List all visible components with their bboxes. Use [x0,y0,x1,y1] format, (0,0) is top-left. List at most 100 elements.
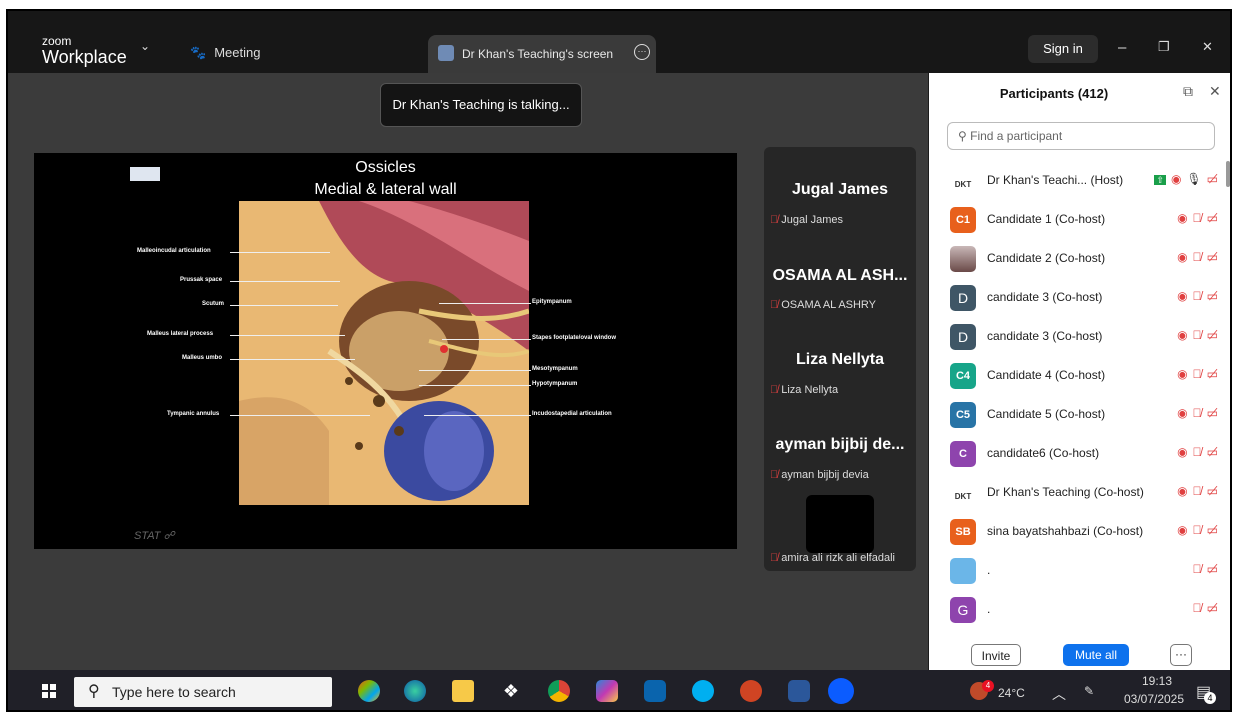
more-options-icon[interactable]: ··· [634,44,650,60]
taskbar-search-placeholder: Type here to search [112,684,236,700]
camera-icon: ◉ [1170,172,1182,186]
video-tile[interactable]: ayman bijbij de... 🎙̸ ayman bijbij devia [764,412,916,492]
participant-name: sina bayatshahbazi (Co-host) [987,524,1144,538]
close-panel-icon[interactable]: ✕ [1209,83,1221,100]
participant-row[interactable]: G . 🎙̸ ▭̸ [929,590,1230,629]
mic-muted-icon: 🎙̸ [770,384,779,396]
copilot-icon[interactable] [358,680,380,702]
participant-name: Candidate 4 (Co-host) [987,368,1106,382]
dropbox-icon[interactable]: ❖ [500,680,522,702]
zoom-app-icon[interactable] [828,678,854,704]
participant-row[interactable]: C5 Candidate 5 (Co-host) ◉ 🎙̸ ▭̸ [929,395,1230,434]
participant-row[interactable]: DKT Dr Khan's Teachi... (Host) ⇧ ◉ 🎙 ▭̸ [929,161,1230,200]
mic-muted-icon: 🎙̸ [1192,406,1202,420]
participant-status-icons: ◉ 🎙̸ ▭̸ [1172,523,1218,537]
video-tile[interactable]: Jugal James 🎙̸ Jugal James [764,147,916,237]
chevron-up-icon[interactable]: ︿ [1052,684,1066,704]
video-off-icon: ▭̸ [1206,523,1218,537]
participant-row[interactable]: DKT Dr Khan's Teaching (Co-host) ◉ 🎙̸ ▭̸ [929,473,1230,512]
label-scutum: Scutum [202,301,225,307]
participant-row[interactable]: C candidate6 (Co-host) ◉ 🎙̸ ▭̸ [929,434,1230,473]
participant-name: . [987,563,991,577]
participant-row[interactable]: C1 Candidate 1 (Co-host) ◉ 🎙̸ ▭̸ [929,200,1230,239]
slide-title: Ossicles [355,159,416,176]
leader-line [419,370,531,371]
restore-icon[interactable]: ❐ [1158,39,1170,55]
participant-name: Candidate 2 (Co-host) [987,251,1106,265]
mic-on-icon: 🎙 [1186,172,1202,186]
skype-icon[interactable] [692,680,714,702]
clock-date[interactable]: 03/07/2025 [1116,692,1192,706]
video-tile[interactable]: 🎙̸ amira ali rizk ali elfadali [764,492,916,571]
participant-status-icons: 🎙̸ ▭̸ [1188,601,1218,615]
mic-muted-icon: 🎙̸ [1192,328,1202,342]
leader-line [442,339,531,340]
chrome-icon[interactable] [548,680,570,702]
tile-name-small: 🎙̸ OSAMA AL ASHRY [770,299,876,311]
tile-name-small: 🎙̸ Liza Nellyta [770,384,838,396]
pen-icon[interactable]: ✎ [1084,684,1094,698]
tile-name-small: 🎙̸ Jugal James [770,214,843,226]
participant-status-icons: ◉ 🎙̸ ▭̸ [1172,445,1218,459]
ear-anatomy-illustration [239,201,529,505]
mic-muted-icon: 🎙̸ [1192,562,1202,576]
slide-watermark: STAT ☍ [134,530,175,542]
tile-name-small: 🎙̸ ayman bijbij devia [770,469,869,481]
participant-row[interactable]: Candidate 2 (Co-host) ◉ 🎙̸ ▭̸ [929,239,1230,278]
mic-muted-icon: 🎙̸ [770,552,779,564]
outlook-icon[interactable] [644,680,666,702]
clock-time[interactable]: 19:13 [1132,674,1182,688]
avatar [950,558,976,584]
pop-out-icon[interactable]: ⧉ [1183,83,1193,100]
participant-row[interactable]: D candidate 3 (Co-host) ◉ 🎙̸ ▭̸ [929,317,1230,356]
invite-button[interactable]: Invite [971,644,1021,666]
tile-name-large: OSAMA AL ASH... [772,267,908,284]
participant-row[interactable]: . 🎙̸ ▭̸ [929,551,1230,590]
participant-row[interactable]: C4 Candidate 4 (Co-host) ◉ 🎙̸ ▭̸ [929,356,1230,395]
chevron-down-icon[interactable]: ⌄ [140,39,150,53]
mute-all-button[interactable]: Mute all [1063,644,1129,666]
minimize-icon[interactable]: – [1118,39,1126,56]
share-icon: ⇧ [1154,175,1166,185]
microsoft-365-icon[interactable] [596,680,618,702]
participants-footer: Invite Mute all ··· [929,636,1230,670]
file-explorer-icon[interactable] [452,680,474,702]
slide-subtitle: Medial & lateral wall [314,181,457,198]
leader-line [230,281,340,282]
participant-search-input[interactable]: ⚲ Find a participant [947,122,1215,150]
label-tympanic-annulus: Tympanic annulus [167,411,220,417]
mic-muted-icon: 🎙̸ [1192,601,1202,615]
shared-screen-tab[interactable]: Dr Khan's Teaching's screen ··· [428,35,656,73]
tile-name-text: Liza Nellyta [781,384,839,396]
participant-status-icons: ◉ 🎙̸ ▭̸ [1172,250,1218,264]
word-icon[interactable] [788,680,810,702]
edge-browser-icon[interactable] [404,680,426,702]
participant-name: Candidate 5 (Co-host) [987,407,1106,421]
weather-temperature[interactable]: 24°C [998,686,1025,700]
participant-row[interactable]: SB sina bayatshahbazi (Co-host) ◉ 🎙̸ ▭̸ [929,512,1230,551]
sign-in-button[interactable]: Sign in [1028,35,1098,63]
participant-row[interactable]: D candidate 3 (Co-host) ◉ 🎙̸ ▭̸ [929,278,1230,317]
participant-status-icons: ◉ 🎙̸ ▭̸ [1172,484,1218,498]
video-off-icon: ▭̸ [1206,484,1218,498]
avatar: D [950,324,976,350]
shared-screen-tab-label: Dr Khan's Teaching's screen [462,47,614,61]
windows-start-icon[interactable] [42,684,56,698]
notification-count: 4 [1204,692,1216,704]
tile-name-text: ayman bijbij devia [781,469,869,481]
meeting-tab[interactable]: 🐾 Meeting [190,45,260,61]
close-icon[interactable]: ✕ [1202,39,1213,55]
video-tile[interactable]: Liza Nellyta 🎙̸ Liza Nellyta [764,327,916,412]
screen-share-avatar-icon [438,45,454,61]
label-hypotympanum: Hypotympanum [532,381,578,387]
label-malleoincudal: Malleoincudal articulation [137,248,211,254]
more-options-button[interactable]: ··· [1170,644,1192,666]
avatar: C5 [950,402,976,428]
label-incudostapedial: Incudostapedial articulation [532,411,612,417]
video-tile[interactable]: OSAMA AL ASH... 🎙̸ OSAMA AL ASHRY [764,237,916,327]
participant-name: Candidate 1 (Co-host) [987,212,1106,226]
powerpoint-icon[interactable] [740,680,762,702]
leader-line [419,385,531,386]
zoom-workplace-logo[interactable]: zoom Workplace [42,35,127,66]
taskbar-search-input[interactable]: ⚲ Type here to search [74,677,332,707]
